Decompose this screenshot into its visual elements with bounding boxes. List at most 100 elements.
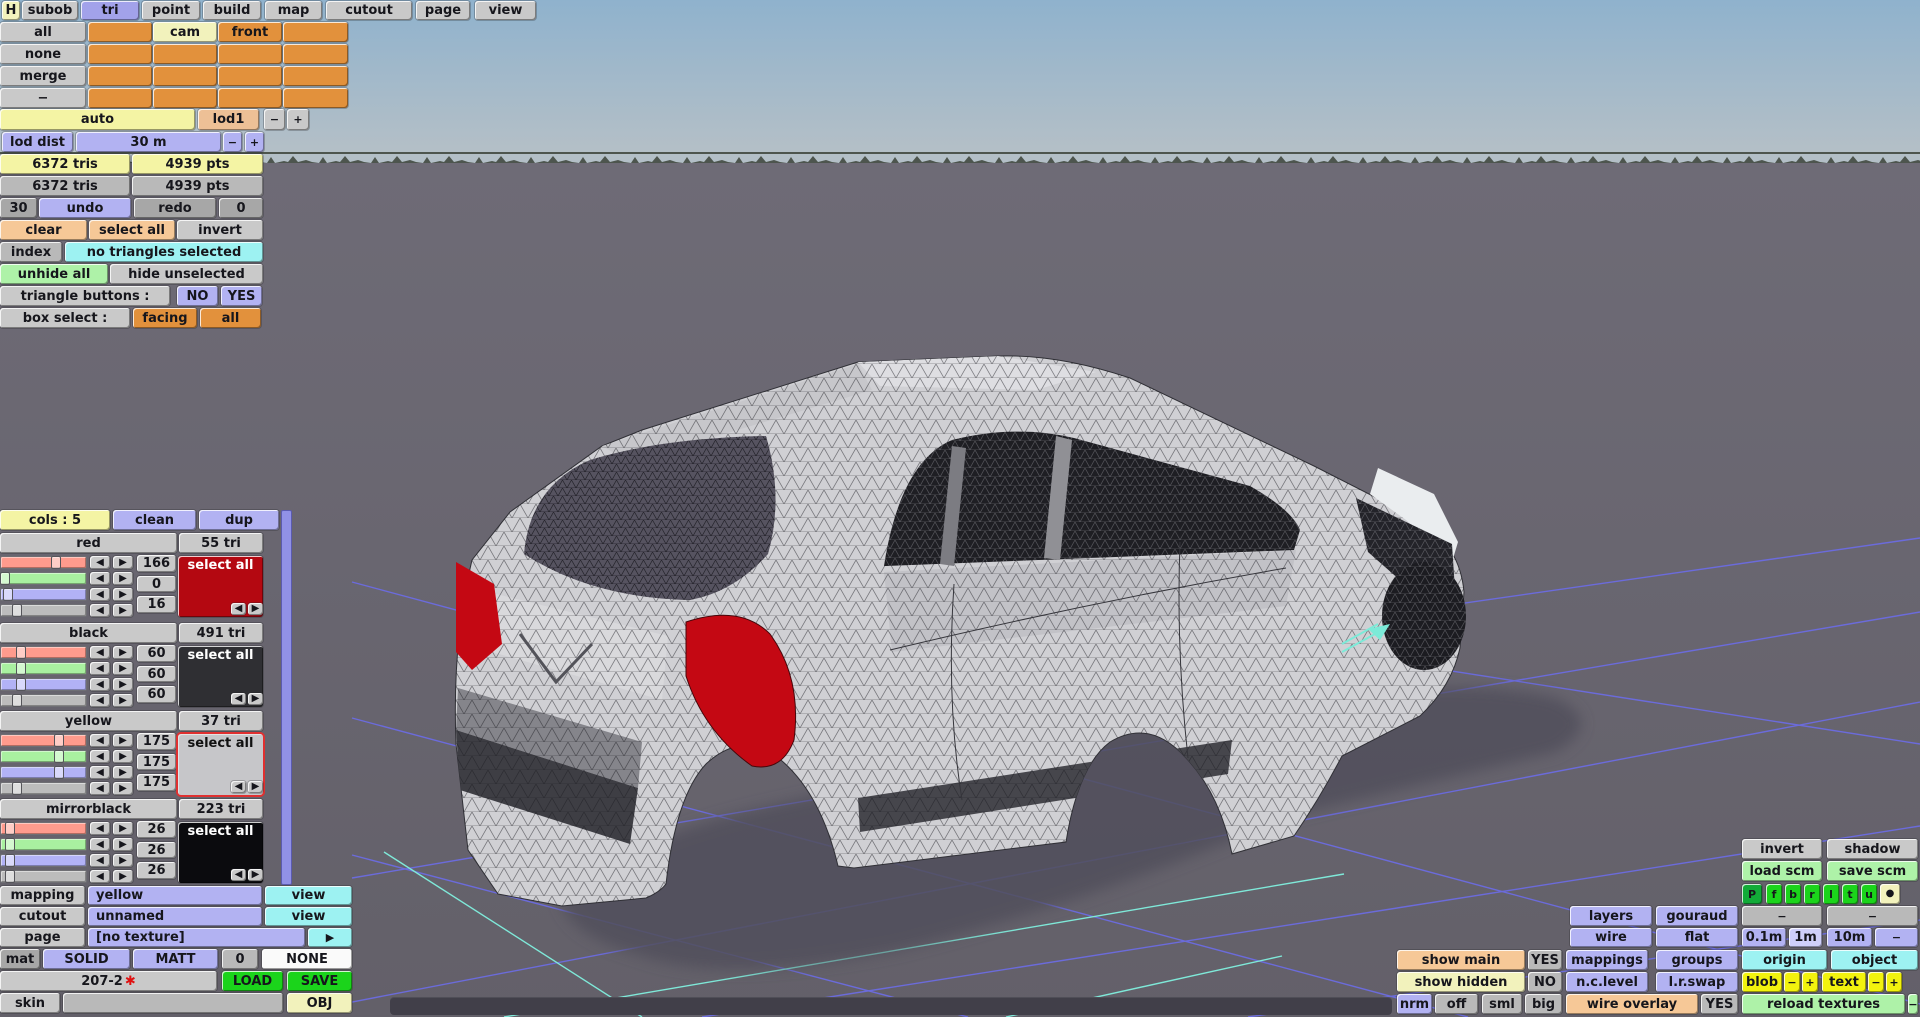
menu-h[interactable]: H [2, 1, 20, 20]
load-scm-button[interactable]: load scm [1742, 861, 1822, 881]
channel-value-g[interactable]: 0 [137, 576, 176, 592]
subob-minus-button[interactable]: − [0, 88, 86, 108]
grid-10m-button[interactable]: 10m [1827, 928, 1872, 947]
menu-page[interactable]: page [416, 1, 470, 20]
channel-value-b[interactable]: 16 [137, 596, 176, 613]
slider-decrement-button[interactable]: ◀ [90, 838, 110, 851]
index-button[interactable]: index [0, 242, 62, 262]
clear-button[interactable]: clear [0, 220, 87, 240]
proj-u-button[interactable]: u [1861, 884, 1877, 904]
proj-b-button[interactable]: b [1785, 884, 1801, 904]
swatch-next-button[interactable]: ▶ [248, 869, 263, 881]
subob-grid-cell[interactable] [218, 66, 282, 86]
slider-increment-button[interactable]: ▶ [113, 822, 133, 835]
color-name[interactable]: black [0, 623, 177, 643]
invert-selection-button[interactable]: invert [177, 220, 263, 240]
slider-r[interactable] [0, 734, 87, 747]
channel-value-r[interactable]: 26 [137, 821, 176, 838]
box-select-all[interactable]: all [200, 308, 261, 328]
menu-tri[interactable]: tri [81, 1, 139, 20]
slider-extra[interactable] [0, 694, 87, 707]
slider-decrement-button[interactable]: ◀ [90, 572, 110, 585]
slider-g[interactable] [0, 838, 87, 851]
proj-l-button[interactable]: l [1823, 884, 1839, 904]
slider-decrement-button[interactable]: ◀ [90, 694, 110, 707]
menu-map[interactable]: map [265, 1, 322, 20]
blob-button[interactable]: blob [1742, 972, 1782, 992]
channel-value-b[interactable]: 26 [137, 862, 176, 879]
grid-1m-button[interactable]: 1m [1789, 928, 1822, 947]
subob-grid-cell[interactable] [88, 44, 152, 64]
groups-button[interactable]: groups [1656, 950, 1738, 970]
shadow-button[interactable]: shadow [1827, 839, 1918, 859]
subob-all-button[interactable]: all [0, 22, 86, 42]
channel-value-b[interactable]: 175 [137, 774, 176, 791]
mappings-button[interactable]: mappings [1566, 950, 1648, 970]
invert-view-button[interactable]: invert [1742, 839, 1822, 859]
subob-grid-cell[interactable] [153, 44, 217, 64]
swatch-next-button[interactable]: ▶ [248, 781, 263, 793]
wire-button[interactable]: wire [1570, 928, 1652, 947]
slider-r[interactable] [0, 556, 87, 569]
subob-none-button[interactable]: none [0, 44, 86, 64]
lod-plus-button[interactable]: + [287, 109, 309, 130]
subob-grid-cell[interactable] [153, 66, 217, 86]
slider-decrement-button[interactable]: ◀ [90, 734, 110, 747]
slider-increment-button[interactable]: ▶ [113, 734, 133, 747]
color-name[interactable]: yellow [0, 711, 177, 731]
nrm-sml-button[interactable]: sml [1482, 994, 1522, 1014]
wire-overlay-toggle[interactable]: YES [1701, 994, 1738, 1014]
slider-increment-button[interactable]: ▶ [113, 854, 133, 867]
slider-increment-button[interactable]: ▶ [113, 556, 133, 569]
nrm-big-button[interactable]: big [1525, 994, 1562, 1014]
slider-decrement-button[interactable]: ◀ [90, 854, 110, 867]
lod-dist-plus-button[interactable]: + [245, 132, 264, 152]
color-name[interactable]: red [0, 533, 177, 553]
skin-label[interactable]: skin [0, 993, 60, 1013]
slider-decrement-button[interactable]: ◀ [90, 604, 110, 617]
slider-extra[interactable] [0, 782, 87, 795]
show-hidden-label[interactable]: show hidden [1397, 972, 1525, 992]
slider-decrement-button[interactable]: ◀ [90, 766, 110, 779]
proj-f-button[interactable]: f [1766, 884, 1782, 904]
proj-t-button[interactable]: t [1842, 884, 1858, 904]
subob-merge-button[interactable]: merge [0, 66, 86, 86]
slider-r[interactable] [0, 822, 87, 835]
proj-dot-button[interactable]: ● [1880, 884, 1900, 904]
mat-solid-button[interactable]: SOLID [43, 949, 130, 969]
slider-increment-button[interactable]: ▶ [113, 572, 133, 585]
slider-b[interactable] [0, 678, 87, 691]
layers-dash-button[interactable]: − [1742, 906, 1822, 926]
subob-grid-cell[interactable] [153, 88, 217, 108]
slider-extra[interactable] [0, 870, 87, 883]
slider-b[interactable] [0, 588, 87, 601]
gouraud-button[interactable]: gouraud [1656, 906, 1738, 926]
subob-front-cell[interactable]: front [218, 22, 282, 42]
slider-decrement-button[interactable]: ◀ [90, 782, 110, 795]
slider-extra[interactable] [0, 604, 87, 617]
obj-button[interactable]: OBJ [287, 993, 352, 1013]
slider-increment-button[interactable]: ▶ [113, 870, 133, 883]
swatch-prev-button[interactable]: ◀ [231, 869, 246, 881]
show-main-label[interactable]: show main [1397, 950, 1525, 970]
swatch-prev-button[interactable]: ◀ [231, 693, 246, 705]
menu-subob[interactable]: subob [22, 1, 78, 20]
subob-grid-cell[interactable] [283, 88, 348, 108]
slider-b[interactable] [0, 766, 87, 779]
swatch-prev-button[interactable]: ◀ [231, 603, 246, 615]
channel-value-g[interactable]: 26 [137, 842, 176, 858]
slider-decrement-button[interactable]: ◀ [90, 588, 110, 601]
save-scm-button[interactable]: save scm [1827, 861, 1918, 881]
slider-decrement-button[interactable]: ◀ [90, 662, 110, 675]
text-minus-button[interactable]: − [1868, 972, 1884, 992]
slider-increment-button[interactable]: ▶ [113, 766, 133, 779]
slider-increment-button[interactable]: ▶ [113, 838, 133, 851]
reload-textures-button[interactable]: reload textures [1742, 994, 1905, 1014]
text-plus-button[interactable]: + [1886, 972, 1902, 992]
page-value[interactable]: [no texture] [88, 928, 305, 947]
nclevel-button[interactable]: n.c.level [1566, 972, 1648, 992]
subob-grid-cell[interactable] [88, 22, 152, 42]
blob-minus-button[interactable]: − [1784, 972, 1800, 992]
mat-zero-value[interactable]: 0 [222, 949, 258, 969]
channel-value-b[interactable]: 60 [137, 686, 176, 703]
